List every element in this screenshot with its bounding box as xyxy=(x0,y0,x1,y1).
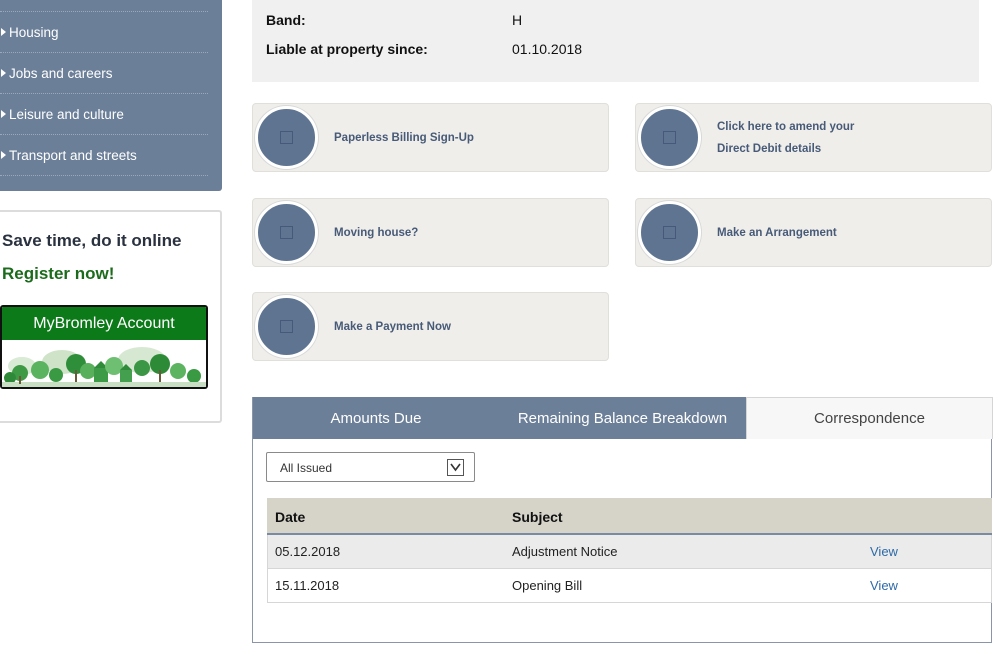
action-circle-icon xyxy=(255,106,318,169)
chevron-right-icon xyxy=(1,151,6,159)
sidebar-item-label: Transport and streets xyxy=(9,147,137,163)
sidebar-item-label: Jobs and careers xyxy=(9,65,113,81)
view-link[interactable]: View xyxy=(870,544,898,559)
action-circle-icon xyxy=(255,295,318,358)
sidebar-nav: Housing Jobs and careers Leisure and cul… xyxy=(0,0,222,191)
mybromley-account-label: MyBromley Account xyxy=(2,307,206,340)
action-label-line2: Direct Debit details xyxy=(717,142,822,155)
action-label: Paperless Billing Sign-Up xyxy=(334,131,474,144)
row-date: 15.11.2018 xyxy=(275,578,340,593)
amend-direct-debit-button[interactable]: Click here to amend your Direct Debit de… xyxy=(635,103,992,172)
action-circle-icon xyxy=(638,201,701,264)
tab-bar: Amounts Due Remaining Balance Breakdown … xyxy=(253,397,993,439)
band-label: Band: xyxy=(266,12,306,28)
sidebar-item-transport[interactable]: Transport and streets xyxy=(0,135,208,176)
col-header-subject: Subject xyxy=(512,509,563,525)
chevron-right-icon xyxy=(1,110,6,118)
make-arrangement-button[interactable]: Make an Arrangement xyxy=(635,198,992,267)
liable-since-value: 01.10.2018 xyxy=(512,41,583,57)
make-payment-button[interactable]: Make a Payment Now xyxy=(252,292,609,361)
action-label: Make a Payment Now xyxy=(334,320,451,333)
sidebar-item-label: Leisure and culture xyxy=(9,106,124,122)
promo-title: Save time, do it online xyxy=(2,231,182,250)
row-date: 05.12.2018 xyxy=(275,544,341,559)
action-label-line1: Click here to amend your xyxy=(717,120,855,133)
action-label: Make an Arrangement xyxy=(717,226,837,239)
trees-houses-illustration xyxy=(2,340,206,387)
row-subject: Adjustment Notice xyxy=(512,544,618,559)
sidebar-item-jobs[interactable]: Jobs and careers xyxy=(0,53,208,94)
action-circle-icon xyxy=(638,106,701,169)
liable-since-label: Liable at property since: xyxy=(266,41,428,57)
table-row: 15.11.2018 Opening Bill View xyxy=(267,569,992,603)
chevron-down-icon xyxy=(447,459,464,476)
tab-amounts-due[interactable]: Amounts Due xyxy=(253,397,499,439)
correspondence-filter-select[interactable]: All Issued xyxy=(266,452,475,482)
chevron-right-icon xyxy=(1,69,6,77)
sidebar-item-leisure[interactable]: Leisure and culture xyxy=(0,94,208,135)
view-link[interactable]: View xyxy=(870,578,898,593)
account-tabs-panel: Amounts Due Remaining Balance Breakdown … xyxy=(252,397,993,643)
tab-remaining-balance[interactable]: Remaining Balance Breakdown xyxy=(499,397,746,439)
action-circle-icon xyxy=(255,201,318,264)
paperless-billing-button[interactable]: Paperless Billing Sign-Up xyxy=(252,103,609,172)
table-row: 05.12.2018 Adjustment Notice View xyxy=(267,535,992,569)
filter-selected-value: All Issued xyxy=(280,461,333,475)
mybromley-account-button[interactable]: MyBromley Account xyxy=(0,305,208,389)
online-promo-box: Save time, do it online Register now! My… xyxy=(0,210,222,423)
action-label: Click here to amend your Direct Debit de… xyxy=(717,104,987,171)
col-header-date: Date xyxy=(275,509,306,525)
action-label: Moving house? xyxy=(334,226,419,239)
band-value: H xyxy=(512,12,523,28)
register-link[interactable]: Register now! xyxy=(2,264,114,284)
tab-correspondence[interactable]: Correspondence xyxy=(746,397,993,439)
chevron-right-icon xyxy=(1,28,6,36)
sidebar-item-label: Housing xyxy=(9,24,59,40)
moving-house-button[interactable]: Moving house? xyxy=(252,198,609,267)
property-info-box: Band: H Liable at property since: 01.10.… xyxy=(252,0,979,82)
row-subject: Opening Bill xyxy=(512,578,583,593)
table-header: Date Subject xyxy=(267,498,992,535)
sidebar-item-housing[interactable]: Housing xyxy=(0,12,208,53)
